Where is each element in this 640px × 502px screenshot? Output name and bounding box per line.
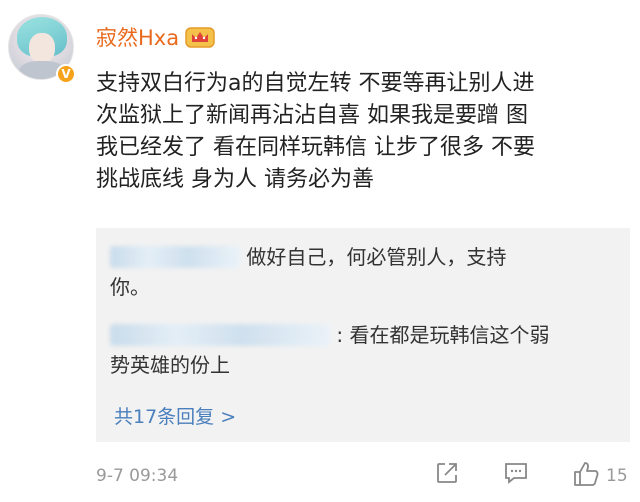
post-line: 支持双白行为a的自觉左转 不要等再让别人进 bbox=[96, 71, 535, 96]
crown-badge-icon bbox=[185, 25, 215, 49]
share-icon bbox=[434, 460, 460, 490]
username-text: 寂然Hxa bbox=[96, 26, 180, 50]
verified-badge-icon: V bbox=[56, 64, 76, 84]
replies-panel: 做好自己，何必管别人，支持 你。 : 看在都是玩韩信这个弱 势英雄的份上 共17… bbox=[96, 228, 630, 442]
post-line: 次监狱上了新闻再沾沾自喜 如果我是要蹭 图 bbox=[96, 103, 528, 128]
username[interactable]: 寂然Hxa bbox=[96, 22, 215, 52]
blurred-username bbox=[110, 246, 240, 268]
share-button[interactable] bbox=[434, 460, 460, 490]
blurred-username bbox=[110, 324, 330, 346]
reply-text-continued: 势英雄的份上 bbox=[110, 353, 230, 377]
like-count: 15 bbox=[606, 466, 628, 486]
reply-text: 做好自己，何必管别人，支持 bbox=[246, 245, 507, 269]
avatar-face bbox=[29, 33, 55, 63]
reply-text-continued: 你。 bbox=[110, 275, 150, 299]
more-replies-link[interactable]: 共17条回复 > bbox=[114, 402, 236, 429]
reply-item[interactable]: 做好自己，何必管别人，支持 你。 bbox=[110, 242, 616, 302]
reply-item[interactable]: : 看在都是玩韩信这个弱 势英雄的份上 bbox=[110, 320, 616, 380]
post-timestamp: 9-7 09:34 bbox=[96, 466, 179, 486]
post-line: 挑战底线 身为人 请务必为善 bbox=[96, 167, 374, 192]
comment-button[interactable] bbox=[502, 460, 530, 490]
reply-text: : 看在都是玩韩信这个弱 bbox=[336, 323, 550, 347]
post-content: 支持双白行为a的自觉左转 不要等再让别人进 次监狱上了新闻再沾沾自喜 如果我是要… bbox=[96, 68, 624, 196]
post-line: 我已经发了 看在同样玩韩信 让步了很多 不要 bbox=[96, 135, 535, 160]
thumbs-up-icon bbox=[572, 460, 600, 492]
like-button[interactable]: 15 bbox=[572, 460, 628, 492]
comment-icon bbox=[502, 460, 530, 490]
